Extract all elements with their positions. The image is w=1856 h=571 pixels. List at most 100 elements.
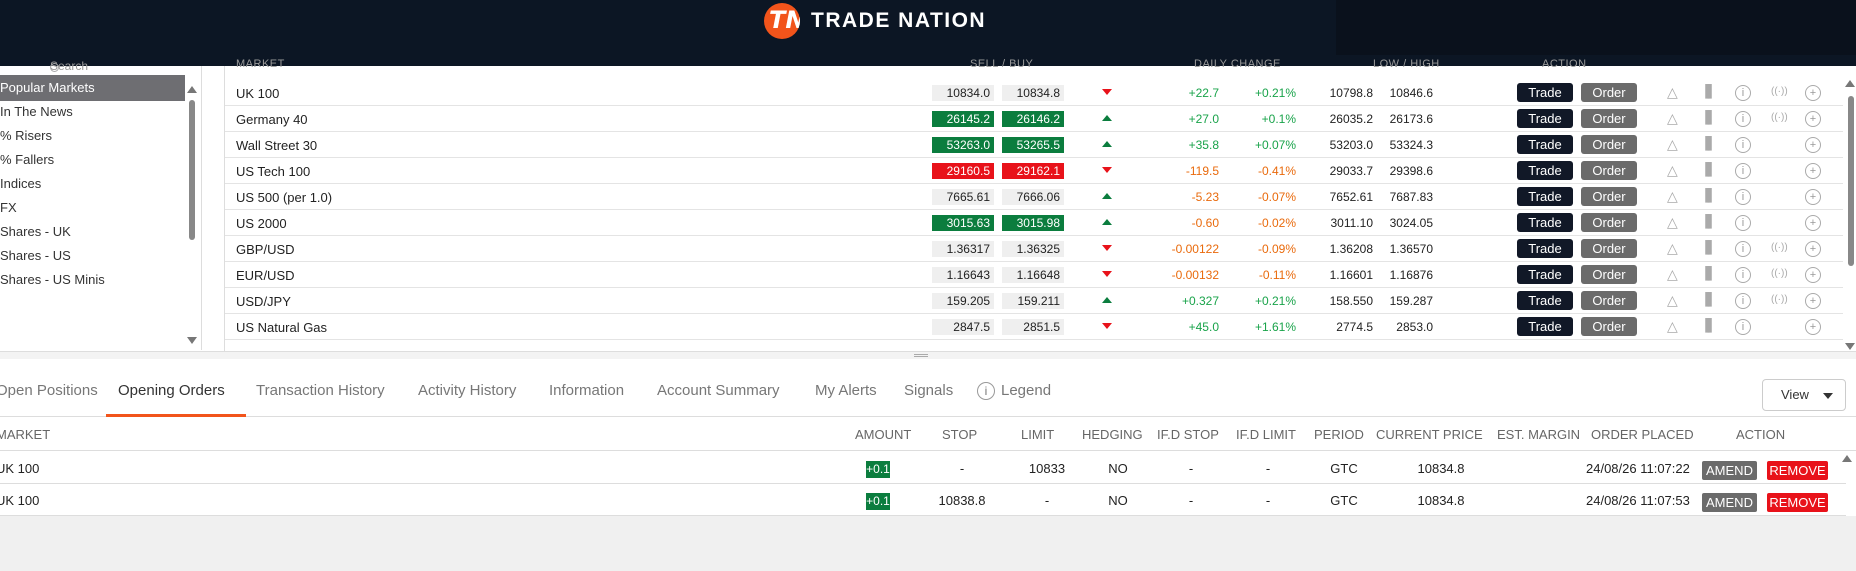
add-icon[interactable]: + [1805,215,1821,231]
chart-icon[interactable]: ▐▌ [1701,188,1716,202]
tab-my-alerts[interactable]: My Alerts [815,382,877,399]
market-name[interactable]: US 2000 [236,216,287,231]
trade-button[interactable]: Trade [1517,291,1573,310]
trade-button[interactable]: Trade [1517,317,1573,336]
bell-icon[interactable]: △ [1667,162,1678,179]
trade-button[interactable]: Trade [1517,187,1573,206]
info-icon[interactable]: i [1735,241,1751,257]
signal-icon[interactable]: ((·)) [1771,86,1788,97]
market-row[interactable]: US 2000 3015.63 3015.98 -0.60 -0.02% 3011.10 3… [225,210,1843,236]
add-icon[interactable]: + [1805,189,1821,205]
orders-scroll-up-icon[interactable] [1842,455,1852,462]
order-button[interactable]: Order [1581,317,1637,336]
chart-icon[interactable]: ▐▌ [1701,292,1716,306]
market-row[interactable]: US Natural Gas 2847.5 2851.5 +45.0 +1.61% 277… [225,314,1843,340]
market-row[interactable]: USD/JPY 159.205 159.211 +0.327 +0.21% 158.550… [225,288,1843,314]
tab-account-summary[interactable]: Account Summary [657,382,780,399]
bell-icon[interactable]: △ [1667,240,1678,257]
tab-legend[interactable]: i Legend [977,382,1051,400]
buy-price[interactable]: 3015.98 [1002,215,1064,231]
trade-button[interactable]: Trade [1517,109,1573,128]
bell-icon[interactable]: △ [1667,318,1678,335]
market-row[interactable]: US 500 (per 1.0) 7665.61 7666.06 -5.23 -0.07… [225,184,1843,210]
sidebar-item[interactable]: % Risers [0,123,185,149]
order-button[interactable]: Order [1581,109,1637,128]
add-icon[interactable]: + [1805,111,1821,127]
tab-transaction-history[interactable]: Transaction History [256,382,385,399]
sell-price[interactable]: 2847.5 [932,319,994,335]
add-icon[interactable]: + [1805,85,1821,101]
bell-icon[interactable]: △ [1667,292,1678,309]
scroll-up-icon[interactable] [1845,80,1855,87]
add-icon[interactable]: + [1805,163,1821,179]
sell-price[interactable]: 1.16643 [932,267,994,283]
chart-icon[interactable]: ▐▌ [1701,136,1716,150]
market-row[interactable]: UK 100 10834.0 10834.8 +22.7 +0.21% 10798.8 10… [225,80,1843,106]
add-icon[interactable]: + [1805,293,1821,309]
info-icon[interactable]: i [1735,163,1751,179]
market-name[interactable]: EUR/USD [236,268,295,283]
order-button[interactable]: Order [1581,83,1637,102]
bell-icon[interactable]: △ [1667,136,1678,153]
sidebar-item[interactable]: Shares - UK [0,219,185,245]
tab-activity-history[interactable]: Activity History [418,382,516,399]
bell-icon[interactable]: △ [1667,266,1678,283]
scroll-down-icon[interactable] [1845,343,1855,350]
market-name[interactable]: Wall Street 30 [236,138,317,153]
info-icon[interactable]: i [1735,137,1751,153]
chart-icon[interactable]: ▐▌ [1701,214,1716,228]
market-name[interactable]: US 500 (per 1.0) [236,190,332,205]
market-name[interactable]: USD/JPY [236,294,291,309]
chart-icon[interactable]: ▐▌ [1701,84,1716,98]
sidebar-scrollbar[interactable] [187,86,197,344]
trade-button[interactable]: Trade [1517,135,1573,154]
chart-icon[interactable]: ▐▌ [1701,240,1716,254]
buy-price[interactable]: 7666.06 [1002,189,1064,205]
trade-button[interactable]: Trade [1517,83,1573,102]
info-icon[interactable]: i [1735,85,1751,101]
scroll-thumb[interactable] [189,100,195,240]
remove-button[interactable]: REMOVE [1767,461,1828,480]
trade-button[interactable]: Trade [1517,239,1573,258]
scroll-up-icon[interactable] [187,86,197,93]
chart-icon[interactable]: ▐▌ [1701,318,1716,332]
sell-price[interactable]: 1.36317 [932,241,994,257]
sidebar-item[interactable]: In The News [0,99,185,125]
amend-button[interactable]: AMEND [1702,461,1757,480]
trade-button[interactable]: Trade [1517,213,1573,232]
buy-price[interactable]: 26146.2 [1002,111,1064,127]
sidebar-item[interactable]: Indices [0,171,185,197]
market-row[interactable]: Germany 40 26145.2 26146.2 +27.0 +0.1% 26035.… [225,106,1843,132]
info-icon[interactable]: i [1735,293,1751,309]
sell-price[interactable]: 29160.5 [932,163,994,179]
sell-price[interactable]: 7665.61 [932,189,994,205]
market-name[interactable]: GBP/USD [236,242,295,257]
buy-price[interactable]: 1.36325 [1002,241,1064,257]
chart-icon[interactable]: ▐▌ [1701,266,1716,280]
panel-splitter[interactable] [0,351,1856,359]
market-row[interactable]: GBP/USD 1.36317 1.36325 -0.00122 -0.09% 1.362… [225,236,1843,262]
add-icon[interactable]: + [1805,319,1821,335]
info-icon[interactable]: i [1735,189,1751,205]
order-button[interactable]: Order [1581,161,1637,180]
market-name[interactable]: Germany 40 [236,112,308,127]
add-icon[interactable]: + [1805,241,1821,257]
order-button[interactable]: Order [1581,213,1637,232]
bell-icon[interactable]: △ [1667,188,1678,205]
sidebar-item[interactable]: Popular Markets [0,75,185,101]
add-icon[interactable]: + [1805,267,1821,283]
tab-information[interactable]: Information [549,382,624,399]
order-button[interactable]: Order [1581,265,1637,284]
info-icon[interactable]: i [1735,319,1751,335]
sell-price[interactable]: 26145.2 [932,111,994,127]
add-icon[interactable]: + [1805,137,1821,153]
signal-icon[interactable]: ((·)) [1771,268,1788,279]
bell-icon[interactable]: △ [1667,110,1678,127]
buy-price[interactable]: 29162.1 [1002,163,1064,179]
drag-handle-icon[interactable] [914,354,928,357]
market-row[interactable]: EUR/USD 1.16643 1.16648 -0.00132 -0.11% 1.166… [225,262,1843,288]
buy-price[interactable]: 159.211 [1002,293,1064,309]
sell-price[interactable]: 10834.0 [932,85,994,101]
scroll-down-icon[interactable] [187,337,197,344]
buy-price[interactable]: 53265.5 [1002,137,1064,153]
